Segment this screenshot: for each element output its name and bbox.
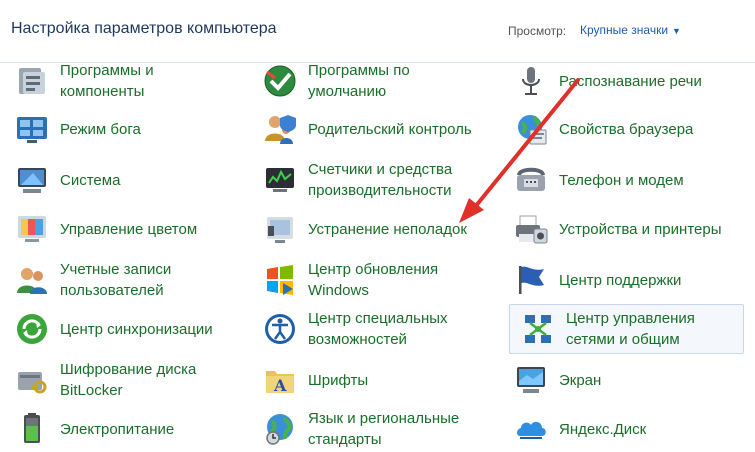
power-options-icon xyxy=(14,411,50,447)
item-action-center[interactable]: Центр поддержки xyxy=(503,257,738,303)
view-mode-dropdown[interactable]: Крупные значки ▼ xyxy=(580,23,681,37)
parental-control-icon xyxy=(262,111,298,147)
fonts-icon: A xyxy=(262,362,298,398)
item-windows-update[interactable]: Центр обновления Windows xyxy=(252,257,487,303)
item-label: Распознавание речи xyxy=(559,72,702,90)
default-programs-icon xyxy=(262,63,298,99)
item-user-accounts[interactable]: Учетные записи пользователей xyxy=(4,257,239,303)
item-language-region[interactable]: Язык и региональные стандарты xyxy=(252,406,487,452)
item-label: Программы по умолчанию xyxy=(308,62,410,100)
item-speech-recognition[interactable]: Распознавание речи xyxy=(503,58,738,104)
item-label: Режим бога xyxy=(60,120,141,138)
item-default-programs[interactable]: Программы по умолчанию xyxy=(252,58,487,104)
chevron-down-icon: ▼ xyxy=(672,26,681,36)
header: Настройка параметров компьютера Просмотр… xyxy=(0,0,755,63)
item-label: Свойства браузера xyxy=(559,120,694,138)
phone-modem-icon xyxy=(513,162,549,198)
user-accounts-icon xyxy=(14,262,50,298)
item-label: Центр обновления Windows xyxy=(308,261,439,299)
sync-center-icon xyxy=(14,311,50,347)
item-yandex-disk[interactable]: Яндекс.Диск xyxy=(503,406,738,452)
microphone-icon xyxy=(513,63,549,99)
browser-properties-icon xyxy=(513,111,549,147)
svg-text:A: A xyxy=(273,376,287,395)
item-network-center[interactable]: Центр управления сетями и общим xyxy=(509,304,744,354)
item-performance[interactable]: Счетчики и средства производительности xyxy=(252,157,487,203)
item-label: Шрифты xyxy=(308,371,369,389)
item-label: Система xyxy=(60,171,121,189)
item-label: Учетные записи пользователей xyxy=(60,261,172,299)
item-label: Управление цветом xyxy=(60,220,198,238)
item-troubleshooting[interactable]: Устранение неполадок xyxy=(252,206,487,252)
item-label: Устройства и принтеры xyxy=(559,220,722,238)
troubleshooting-icon xyxy=(262,211,298,247)
item-label: Шифрование диска BitLocker xyxy=(60,361,197,399)
item-label: Устранение неполадок xyxy=(308,220,467,238)
item-display[interactable]: Экран xyxy=(503,357,738,403)
item-label: Центр поддержки xyxy=(559,271,682,289)
god-mode-icon xyxy=(14,111,50,147)
color-management-icon xyxy=(14,211,50,247)
item-label: Язык и региональные стандарты xyxy=(308,410,460,448)
item-label: Яндекс.Диск xyxy=(559,420,647,438)
item-color-management[interactable]: Управление цветом xyxy=(4,206,239,252)
accessibility-icon xyxy=(262,311,298,347)
item-accessibility[interactable]: Центр специальных возможностей xyxy=(252,306,487,352)
view-mode-value: Крупные значки xyxy=(580,23,669,37)
printer-icon xyxy=(513,211,549,247)
page-title: Настройка параметров компьютера xyxy=(11,20,277,37)
item-power-options[interactable]: Электропитание xyxy=(4,406,239,452)
item-bitlocker[interactable]: Шифрование диска BitLocker xyxy=(4,357,239,403)
action-center-flag-icon xyxy=(513,262,549,298)
item-label: Счетчики и средства производительности xyxy=(308,161,453,199)
network-center-icon xyxy=(520,311,556,347)
item-system[interactable]: Система xyxy=(4,157,239,203)
system-icon xyxy=(14,162,50,198)
item-browser-properties[interactable]: Свойства браузера xyxy=(503,106,738,152)
item-phone-modem[interactable]: Телефон и модем xyxy=(503,157,738,203)
language-region-icon xyxy=(262,411,298,447)
item-label: Родительский контроль xyxy=(308,120,472,138)
item-programs[interactable]: Программы и компоненты xyxy=(4,58,239,104)
item-label: Телефон и модем xyxy=(559,171,684,189)
item-sync-center[interactable]: Центр синхронизации xyxy=(4,306,239,352)
item-label: Электропитание xyxy=(60,420,175,438)
item-label: Центр синхронизации xyxy=(60,320,213,338)
item-label: Центр управления сетями и общим xyxy=(566,310,695,348)
yandex-disk-icon xyxy=(513,411,549,447)
display-icon xyxy=(513,362,549,398)
performance-icon xyxy=(262,162,298,198)
view-label: Просмотр: xyxy=(508,24,567,38)
windows-update-icon xyxy=(262,262,298,298)
bitlocker-icon xyxy=(14,362,50,398)
item-label: Центр специальных возможностей xyxy=(308,310,448,348)
item-label: Программы и компоненты xyxy=(60,62,154,100)
item-devices-printers[interactable]: Устройства и принтеры xyxy=(503,206,738,252)
item-parental-control[interactable]: Родительский контроль xyxy=(252,106,487,152)
item-god-mode[interactable]: Режим бога xyxy=(4,106,239,152)
item-fonts[interactable]: A Шрифты xyxy=(252,357,487,403)
programs-icon xyxy=(14,63,50,99)
item-label: Экран xyxy=(559,371,602,389)
